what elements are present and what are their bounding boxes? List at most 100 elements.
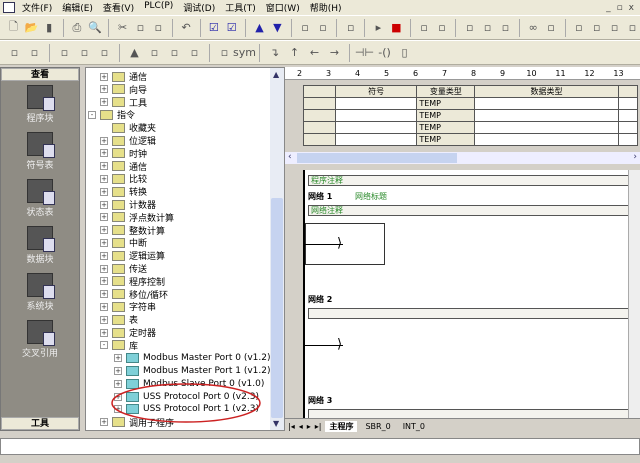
coil-icon[interactable]: -() bbox=[376, 44, 393, 61]
line-left-icon[interactable]: ← bbox=[306, 44, 323, 61]
next-bookmark-icon[interactable]: ▫ bbox=[146, 44, 163, 61]
comment-cell[interactable] bbox=[617, 121, 639, 134]
nav-item[interactable]: 状态表 bbox=[1, 175, 79, 222]
pointer-icon[interactable]: ▫ bbox=[544, 19, 559, 36]
print-icon[interactable]: ⎙ bbox=[70, 19, 85, 36]
print-preview-icon[interactable]: 🔍 bbox=[87, 19, 102, 36]
row-header[interactable] bbox=[303, 121, 336, 134]
prev-bookmark-icon[interactable]: ▫ bbox=[166, 44, 183, 61]
nav-item[interactable]: 系统块 bbox=[1, 269, 79, 316]
open-icon[interactable]: 📂 bbox=[24, 19, 39, 36]
scroll-left-icon[interactable]: ‹ bbox=[288, 152, 292, 162]
line-up-icon[interactable]: ↑ bbox=[286, 44, 303, 61]
symbol-table-apply-icon[interactable]: ▫ bbox=[216, 44, 233, 61]
download-icon[interactable]: ▼ bbox=[270, 19, 285, 36]
data-type-cell[interactable] bbox=[474, 121, 619, 134]
key-icon[interactable]: ▫ bbox=[607, 19, 622, 36]
network-2-comment[interactable] bbox=[308, 308, 633, 319]
table-row[interactable]: TEMP bbox=[303, 133, 639, 146]
comment-cell[interactable] bbox=[617, 109, 639, 122]
toggle-symbol-icon[interactable]: ▫ bbox=[96, 44, 113, 61]
bookmark-icon[interactable]: ▲ bbox=[126, 44, 143, 61]
delete-network-icon[interactable]: ▫ bbox=[26, 44, 43, 61]
menu-item[interactable]: 窗口(W) bbox=[261, 1, 305, 14]
paste-icon[interactable]: ▫ bbox=[151, 19, 166, 36]
row-header[interactable] bbox=[303, 133, 336, 146]
hscroll-thumb[interactable] bbox=[297, 153, 457, 163]
status-chart-icon[interactable]: ▫ bbox=[462, 19, 477, 36]
menu-item[interactable]: 调试(D) bbox=[178, 1, 220, 14]
contact-icon[interactable]: ⊣⊢ bbox=[355, 44, 374, 61]
sym-icon[interactable]: sym bbox=[233, 44, 256, 61]
symbol-cell[interactable] bbox=[334, 133, 418, 146]
stop-icon[interactable]: ■ bbox=[389, 19, 404, 36]
table-row[interactable]: TEMP bbox=[303, 121, 639, 134]
menu-item[interactable]: 查看(V) bbox=[98, 1, 139, 14]
network-1-comment[interactable]: 网络注释 bbox=[308, 205, 633, 216]
symbol-cell[interactable] bbox=[334, 121, 418, 134]
minimize-icon[interactable]: _ bbox=[606, 3, 611, 13]
cut-icon[interactable]: ✂ bbox=[115, 19, 130, 36]
close-icon[interactable]: x bbox=[629, 3, 634, 13]
first-tab-icon[interactable]: |◂ bbox=[288, 422, 295, 431]
nav-item[interactable]: 符号表 bbox=[1, 128, 79, 175]
data-type-cell[interactable] bbox=[474, 97, 619, 110]
tab-int0[interactable]: INT_0 bbox=[399, 422, 429, 431]
prev-tab-icon[interactable]: ◂ bbox=[299, 422, 303, 431]
status-monitor-icon[interactable]: ▫ bbox=[417, 19, 432, 36]
toggle-poe-icon[interactable]: ▫ bbox=[56, 44, 73, 61]
insert-network-icon[interactable]: ▫ bbox=[6, 44, 23, 61]
save-icon[interactable]: ▮ bbox=[42, 19, 57, 36]
symbol-cell[interactable] bbox=[334, 109, 418, 122]
comment-cell[interactable] bbox=[617, 97, 639, 110]
key2-icon[interactable]: ▫ bbox=[625, 19, 640, 36]
data-type-cell[interactable] bbox=[474, 133, 619, 146]
box-icon[interactable]: ▯ bbox=[396, 44, 413, 61]
table-row[interactable]: TEMP bbox=[303, 97, 639, 110]
ladder-editor[interactable]: 程序注释 网络 1 网络标题 网络注释 ⟩ 网络 2 ⟩ 网络 3 bbox=[303, 170, 633, 420]
sort-asc-icon[interactable]: ▫ bbox=[298, 19, 313, 36]
vartable-hscrollbar[interactable]: ‹ › bbox=[285, 152, 640, 164]
line-right-icon[interactable]: → bbox=[326, 44, 343, 61]
row-header[interactable] bbox=[303, 109, 336, 122]
undo-icon[interactable]: ↶ bbox=[179, 19, 194, 36]
tab-main[interactable]: 主程序 bbox=[325, 420, 358, 432]
compile-icon[interactable]: ☑ bbox=[206, 19, 221, 36]
ladder-vscrollbar[interactable] bbox=[628, 170, 640, 418]
next-tab-icon[interactable]: ▸ bbox=[307, 422, 311, 431]
tree-scrollbar[interactable]: ▲ ▼ bbox=[270, 68, 284, 430]
symbol-cell[interactable] bbox=[334, 97, 418, 110]
nav-header-view[interactable]: 查看 bbox=[1, 68, 79, 81]
scroll-down-icon[interactable]: ▼ bbox=[273, 419, 279, 428]
nav-item[interactable]: 程序块 bbox=[1, 81, 79, 128]
lock2-icon[interactable]: ▫ bbox=[589, 19, 604, 36]
upload-icon[interactable]: ▲ bbox=[252, 19, 267, 36]
comment-cell[interactable] bbox=[617, 133, 639, 146]
new-icon[interactable]: 🗋 bbox=[6, 19, 21, 36]
pause-icon[interactable]: ▫ bbox=[435, 19, 450, 36]
compile-all-icon[interactable]: ☑ bbox=[224, 19, 239, 36]
program-comment[interactable]: 程序注释 bbox=[308, 175, 633, 186]
scroll-up-icon[interactable]: ▲ bbox=[273, 70, 279, 79]
options-icon[interactable]: ▫ bbox=[343, 19, 358, 36]
clear-bookmarks-icon[interactable]: ▫ bbox=[186, 44, 203, 61]
toggle-comment-icon[interactable]: ▫ bbox=[76, 44, 93, 61]
restore-icon[interactable]: ▫ bbox=[617, 3, 623, 13]
menu-item[interactable]: PLC(P) bbox=[139, 1, 178, 14]
table2-icon[interactable]: ▫ bbox=[498, 19, 513, 36]
menu-item[interactable]: 编辑(E) bbox=[57, 1, 98, 14]
scroll-right-icon[interactable]: › bbox=[633, 152, 637, 162]
network-1-title[interactable]: 网络标题 bbox=[355, 191, 387, 202]
scroll-thumb[interactable] bbox=[271, 198, 283, 418]
sort-desc-icon[interactable]: ▫ bbox=[316, 19, 331, 36]
nav-item[interactable]: 数据块 bbox=[1, 222, 79, 269]
table-icon[interactable]: ▫ bbox=[480, 19, 495, 36]
lock-icon[interactable]: ▫ bbox=[571, 19, 586, 36]
output-window[interactable] bbox=[0, 438, 640, 455]
menu-item[interactable]: 帮助(H) bbox=[305, 1, 347, 14]
glasses-icon[interactable]: ∞ bbox=[526, 19, 541, 36]
row-header[interactable] bbox=[303, 97, 336, 110]
run-icon[interactable]: ▸ bbox=[371, 19, 386, 36]
data-type-cell[interactable] bbox=[474, 109, 619, 122]
menu-item[interactable]: 工具(T) bbox=[220, 1, 261, 14]
